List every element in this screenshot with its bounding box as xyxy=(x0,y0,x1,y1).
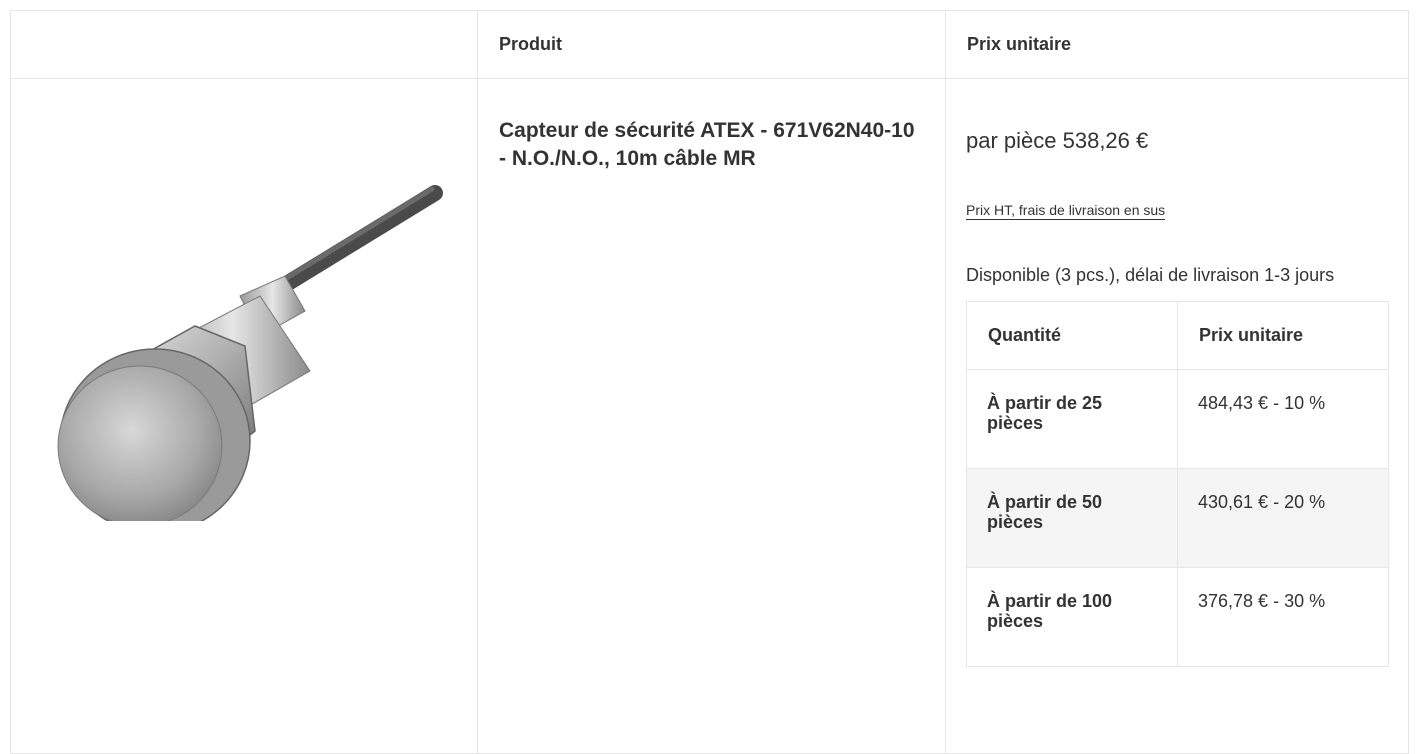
tier-price-text: 430,61 € - 20 % xyxy=(1198,492,1326,512)
tier-quantity-text: À partir de 50 pièces xyxy=(987,492,1103,532)
tier-price: 430,61 € - 20 % xyxy=(1177,468,1389,568)
tier-quantity: À partir de 50 pièces xyxy=(966,468,1178,568)
product-image-cell xyxy=(10,78,478,754)
table-row: À partir de 100 pièces 376,78 € - 30 % xyxy=(966,567,1389,667)
header-image xyxy=(10,10,478,79)
product-name[interactable]: Capteur de sécurité ATEX - 671V62N40-10 … xyxy=(499,117,919,173)
price-cell: par pièce 538,26 € Prix HT, frais de liv… xyxy=(945,78,1409,754)
table-row: À partir de 25 pièces 484,43 € - 10 % xyxy=(966,369,1389,469)
table-row: Capteur de sécurité ATEX - 671V62N40-10 … xyxy=(10,78,1409,754)
header-product: Produit xyxy=(477,10,946,79)
tier-price-text: 484,43 € - 10 % xyxy=(1198,393,1326,413)
product-table: Produit Prix unitaire Capteur de sécurit… xyxy=(10,10,1409,754)
tier-quantity: À partir de 100 pièces xyxy=(966,567,1178,667)
availability-text: Disponible (3 pcs.), délai de livraison … xyxy=(966,265,1335,285)
tier-header-quantity: Quantité xyxy=(966,301,1178,370)
table-row: À partir de 50 pièces 430,61 € - 20 % xyxy=(966,468,1389,568)
product-name-cell: Capteur de sécurité ATEX - 671V62N40-10 … xyxy=(477,78,946,754)
header-unit-price: Prix unitaire xyxy=(945,10,1409,79)
main-price: par pièce 538,26 € xyxy=(966,128,1149,153)
tier-price-text: 376,78 € - 30 % xyxy=(1198,591,1326,611)
product-table-wrapper: Produit Prix unitaire Capteur de sécurit… xyxy=(10,10,1409,754)
sensor-product-image[interactable] xyxy=(45,101,455,521)
tax-note-link[interactable]: Prix HT, frais de livraison en sus xyxy=(966,202,1166,220)
tier-price: 376,78 € - 30 % xyxy=(1177,567,1389,667)
tier-price: 484,43 € - 10 % xyxy=(1177,369,1389,469)
tier-quantity-text: À partir de 25 pièces xyxy=(987,393,1103,433)
table-header-row: Produit Prix unitaire xyxy=(10,10,1409,79)
tier-quantity-text: À partir de 100 pièces xyxy=(987,591,1113,631)
tier-header-unit-price: Prix unitaire xyxy=(1177,301,1389,370)
tier-price-table: Quantité Prix unitaire À partir de 25 pi… xyxy=(966,301,1389,667)
tier-quantity: À partir de 25 pièces xyxy=(966,369,1178,469)
tier-header-row: Quantité Prix unitaire xyxy=(966,301,1389,370)
